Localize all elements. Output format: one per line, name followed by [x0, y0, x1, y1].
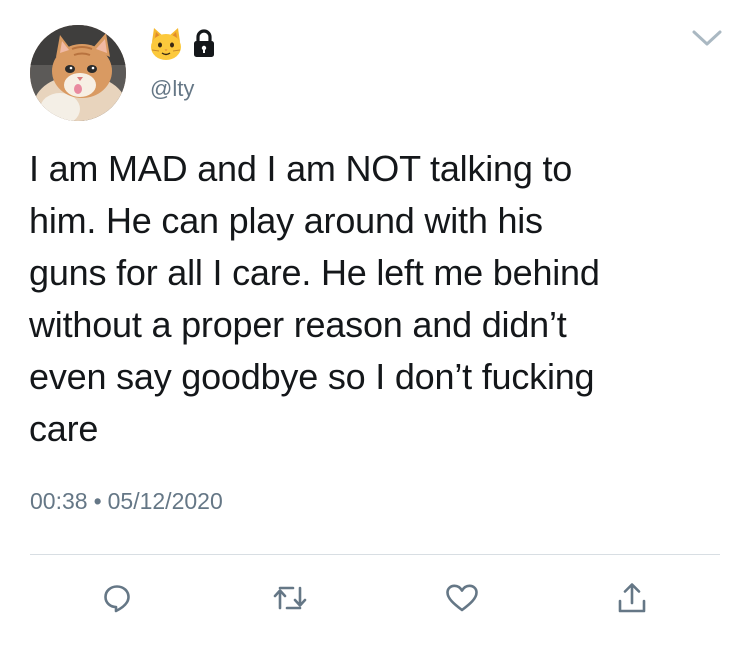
reply-icon — [104, 585, 130, 613]
avatar[interactable] — [30, 25, 126, 121]
retweet-icon — [273, 586, 307, 610]
lock-icon — [194, 29, 214, 57]
tweet-date: 05/12/2020 — [107, 488, 223, 514]
share-button[interactable] — [612, 578, 652, 618]
meta-separator: • — [93, 488, 102, 514]
author-handle[interactable]: @lty — [150, 76, 194, 102]
share-icon — [618, 583, 646, 613]
retweet-button[interactable] — [270, 578, 310, 618]
tweet-text: I am MAD and I am NOT talking to him. He… — [29, 148, 600, 449]
author-name-row[interactable] — [148, 26, 216, 62]
tweet-time: 00:38 — [30, 488, 88, 514]
cat-avatar-image — [30, 25, 126, 121]
reply-button[interactable] — [97, 578, 137, 618]
action-bar — [0, 578, 750, 618]
cat-face-emoji-icon — [151, 28, 181, 60]
chevron-down-icon[interactable] — [690, 26, 724, 50]
like-button[interactable] — [442, 578, 482, 618]
tweet-timestamp[interactable]: 00:38 • 05/12/2020 — [30, 488, 223, 515]
tweet-card: @lty I am MAD and I am NOT talking to hi… — [0, 0, 750, 646]
like-heart-icon — [446, 584, 478, 612]
divider — [30, 554, 720, 555]
